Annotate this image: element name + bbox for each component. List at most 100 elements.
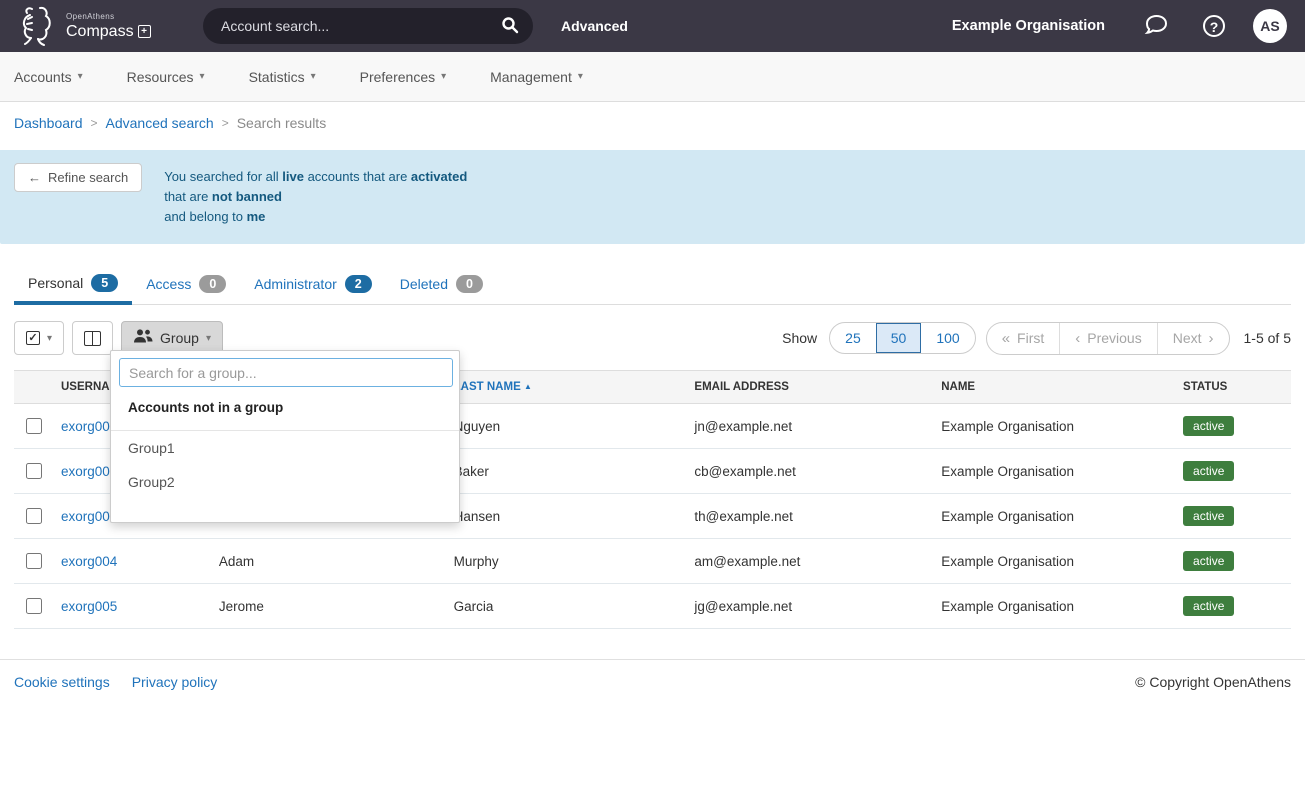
nav-preferences[interactable]: Preferences ▾ bbox=[360, 69, 447, 85]
email-cell: jn@example.net bbox=[686, 404, 933, 449]
first-name-cell: Adam bbox=[211, 539, 446, 584]
nav-accounts[interactable]: Accounts ▾ bbox=[14, 69, 83, 85]
brand-logo[interactable]: OpenAthens Compass + bbox=[18, 3, 203, 50]
tab-administrator[interactable]: Administrator 2 bbox=[240, 266, 385, 305]
group-option-no-group[interactable]: Accounts not in a group bbox=[111, 387, 459, 431]
tab-deleted[interactable]: Deleted 0 bbox=[386, 266, 497, 305]
row-checkbox[interactable] bbox=[26, 508, 42, 524]
top-bar: OpenAthens Compass + Advanced Example Or… bbox=[0, 0, 1305, 52]
advanced-search-link[interactable]: Advanced bbox=[561, 18, 628, 34]
breadcrumb-dashboard-link[interactable]: Dashboard bbox=[14, 115, 83, 131]
group-option[interactable]: Group2 bbox=[111, 465, 459, 499]
tab-access-label: Access bbox=[146, 276, 191, 292]
breadcrumb-advanced-search-link[interactable]: Advanced search bbox=[106, 115, 214, 131]
email-cell: cb@example.net bbox=[686, 449, 933, 494]
nav-statistics[interactable]: Statistics ▾ bbox=[249, 69, 316, 85]
nav-preferences-label: Preferences bbox=[360, 69, 435, 85]
openathens-logo-icon bbox=[18, 3, 58, 50]
nav-statistics-label: Statistics bbox=[249, 69, 305, 85]
previous-page-button[interactable]: ‹ Previous bbox=[1059, 323, 1156, 354]
page-size-50[interactable]: 50 bbox=[876, 323, 922, 353]
username-link[interactable]: exorg004 bbox=[61, 554, 117, 569]
search-summary-line3: and belong to me bbox=[164, 207, 467, 227]
status-badge: active bbox=[1183, 416, 1234, 436]
nav-management[interactable]: Management ▾ bbox=[490, 69, 583, 85]
tab-access[interactable]: Access 0 bbox=[132, 266, 240, 305]
group-people-icon bbox=[133, 329, 153, 347]
refine-search-button[interactable]: ← Refine search bbox=[14, 163, 142, 192]
status-badge: active bbox=[1183, 461, 1234, 481]
table-row: exorg004 Adam Murphy am@example.net Exam… bbox=[14, 539, 1291, 584]
group-dropdown-panel: Accounts not in a group Group1 Group2 bbox=[110, 350, 460, 523]
org-name-cell: Example Organisation bbox=[933, 404, 1175, 449]
username-link[interactable]: exorg002 bbox=[61, 464, 117, 479]
row-checkbox[interactable] bbox=[26, 598, 42, 614]
row-checkbox[interactable] bbox=[26, 553, 42, 569]
select-all-button[interactable]: ✓ ▾ bbox=[14, 321, 64, 355]
checkbox-icon: ✓ bbox=[26, 331, 40, 345]
first-page-button[interactable]: « First bbox=[987, 323, 1060, 354]
row-checkbox[interactable] bbox=[26, 418, 42, 434]
page-size-100[interactable]: 100 bbox=[921, 323, 974, 353]
email-cell: jg@example.net bbox=[686, 584, 933, 629]
header-email[interactable]: EMAIL ADDRESS bbox=[686, 371, 933, 404]
sort-ascending-icon: ▲ bbox=[524, 382, 532, 391]
org-name-cell: Example Organisation bbox=[933, 539, 1175, 584]
brand-openathens-label: OpenAthens bbox=[66, 13, 151, 21]
compass-plus-icon: + bbox=[138, 25, 151, 38]
next-page-button[interactable]: Next › bbox=[1157, 323, 1229, 354]
row-checkbox[interactable] bbox=[26, 463, 42, 479]
tab-deleted-count: 0 bbox=[456, 275, 483, 293]
org-name-cell: Example Organisation bbox=[933, 494, 1175, 539]
breadcrumb-separator: > bbox=[91, 116, 98, 130]
page-size-25[interactable]: 25 bbox=[830, 323, 876, 353]
double-chevron-left-icon: « bbox=[1002, 330, 1010, 347]
email-cell: am@example.net bbox=[686, 539, 933, 584]
cookie-settings-link[interactable]: Cookie settings bbox=[14, 674, 110, 690]
header-last-name[interactable]: LAST NAME ▲ bbox=[446, 371, 687, 404]
username-link[interactable]: exorg005 bbox=[61, 599, 117, 614]
search-icon bbox=[501, 16, 519, 37]
brand-compass-label: Compass bbox=[66, 24, 134, 40]
pagination: « First ‹ Previous Next › bbox=[986, 322, 1230, 355]
page-footer: Cookie settings Privacy policy © Copyrig… bbox=[0, 659, 1305, 704]
tab-deleted-label: Deleted bbox=[400, 276, 448, 292]
tab-personal-count: 5 bbox=[91, 274, 118, 292]
brand-text: OpenAthens Compass + bbox=[66, 13, 151, 40]
privacy-policy-link[interactable]: Privacy policy bbox=[132, 674, 218, 690]
org-name-cell: Example Organisation bbox=[933, 449, 1175, 494]
chevron-down-icon: ▾ bbox=[206, 333, 211, 344]
nav-management-label: Management bbox=[490, 69, 572, 85]
last-name-cell: Garcia bbox=[446, 584, 687, 629]
feedback-button[interactable] bbox=[1137, 12, 1175, 41]
help-button[interactable]: ? bbox=[1197, 14, 1231, 38]
breadcrumb: Dashboard > Advanced search > Search res… bbox=[0, 102, 1305, 144]
search-summary-banner: ← Refine search You searched for all liv… bbox=[0, 150, 1305, 244]
breadcrumb-separator: > bbox=[222, 116, 229, 130]
account-search-input[interactable] bbox=[219, 17, 493, 35]
last-name-cell: Murphy bbox=[446, 539, 687, 584]
organisation-name[interactable]: Example Organisation bbox=[952, 18, 1105, 34]
chevron-down-icon: ▾ bbox=[47, 333, 52, 344]
search-button[interactable] bbox=[493, 12, 527, 41]
username-link[interactable]: exorg003 bbox=[61, 509, 117, 524]
group-button-label: Group bbox=[160, 330, 199, 346]
tab-personal[interactable]: Personal 5 bbox=[14, 266, 132, 305]
result-range: 1-5 of 5 bbox=[1244, 330, 1291, 346]
group-search-input[interactable] bbox=[119, 358, 453, 387]
columns-button[interactable] bbox=[72, 321, 113, 355]
tab-administrator-count: 2 bbox=[345, 275, 372, 293]
user-avatar[interactable]: AS bbox=[1253, 9, 1287, 43]
last-name-cell: Hansen bbox=[446, 494, 687, 539]
header-status[interactable]: STATUS bbox=[1175, 371, 1291, 404]
chevron-right-icon: › bbox=[1209, 330, 1214, 347]
last-name-cell: Baker bbox=[446, 449, 687, 494]
username-link[interactable]: exorg001 bbox=[61, 419, 117, 434]
result-tabs: Personal 5 Access 0 Administrator 2 Dele… bbox=[14, 266, 1291, 305]
chevron-down-icon: ▾ bbox=[578, 71, 583, 82]
header-name[interactable]: NAME bbox=[933, 371, 1175, 404]
search-summary-text: You searched for all live accounts that … bbox=[164, 163, 467, 227]
status-badge: active bbox=[1183, 551, 1234, 571]
nav-resources[interactable]: Resources ▾ bbox=[127, 69, 205, 85]
group-option[interactable]: Group1 bbox=[111, 431, 459, 465]
